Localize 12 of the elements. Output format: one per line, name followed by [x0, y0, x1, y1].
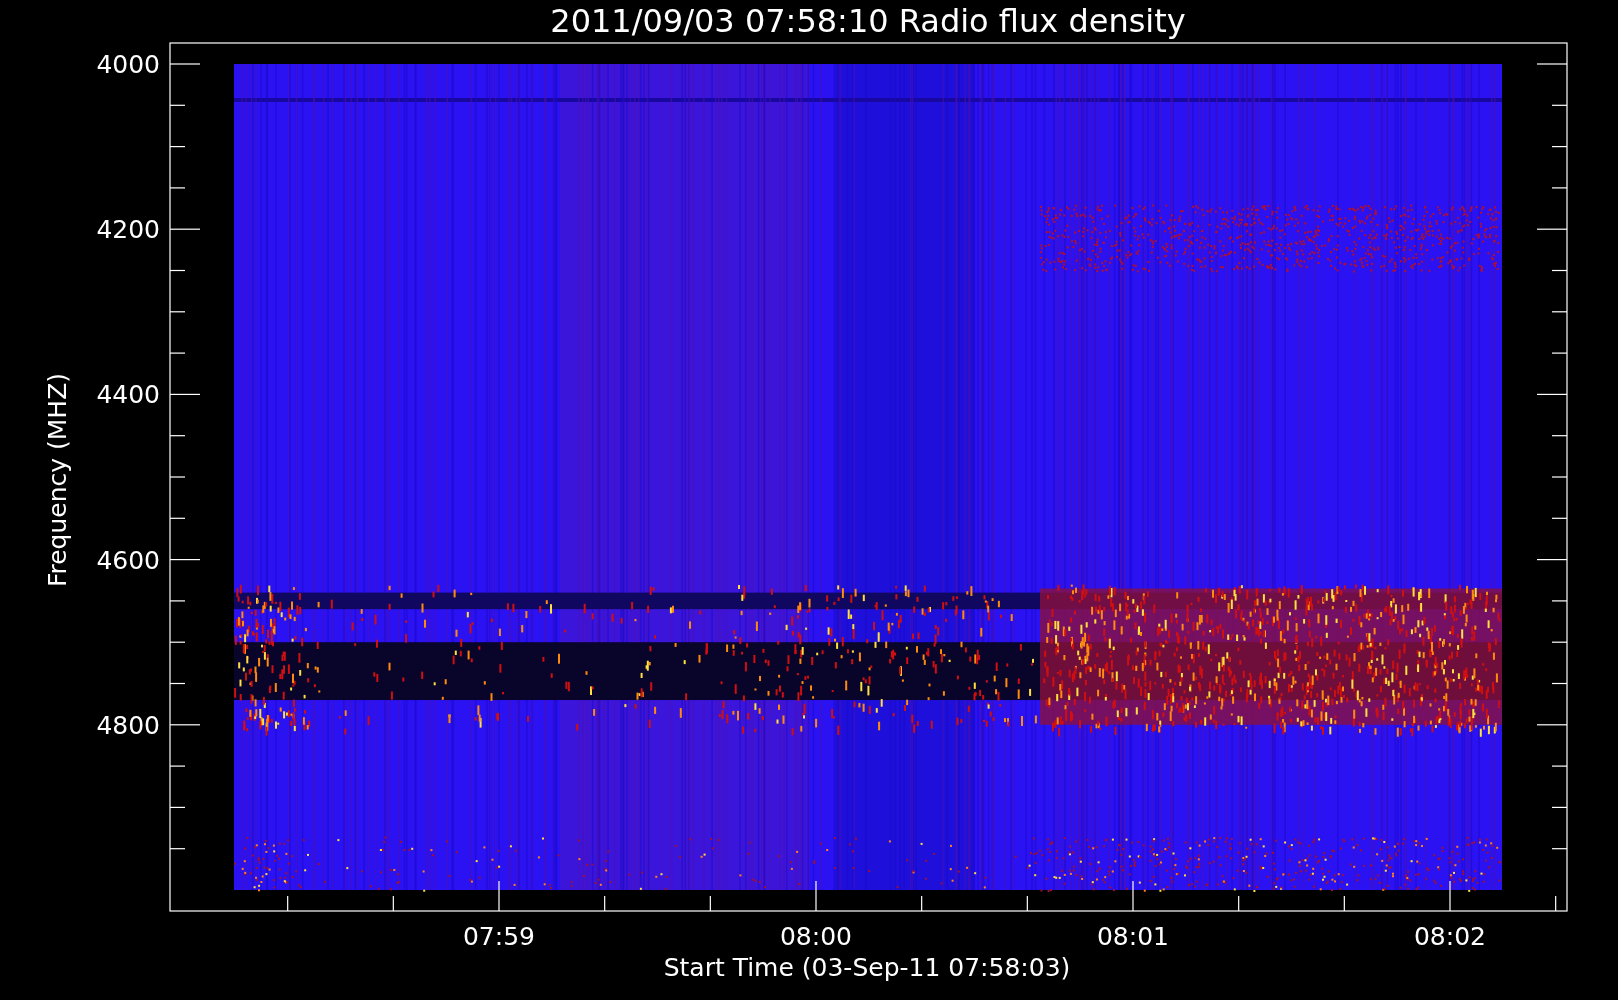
- tick-label: 4000: [96, 50, 160, 79]
- tick-label: 4800: [96, 710, 160, 740]
- tick-label: 4400: [96, 380, 160, 410]
- x-axis-label: Start Time (03-Sep-11 07:58:03): [663, 953, 1071, 982]
- tick-label: 08:01: [1097, 922, 1169, 951]
- plot-title: 2011/09/03 07:58:10 Radio flux density: [550, 2, 1186, 40]
- y-axis-label: Frequency (MHZ): [43, 372, 72, 588]
- tick-label: 4200: [96, 215, 160, 245]
- tick-label: 07:59: [463, 922, 535, 951]
- tick-label: 4600: [96, 545, 160, 575]
- tick-label: 08:02: [1414, 922, 1486, 951]
- tick-label: 08:00: [780, 922, 852, 951]
